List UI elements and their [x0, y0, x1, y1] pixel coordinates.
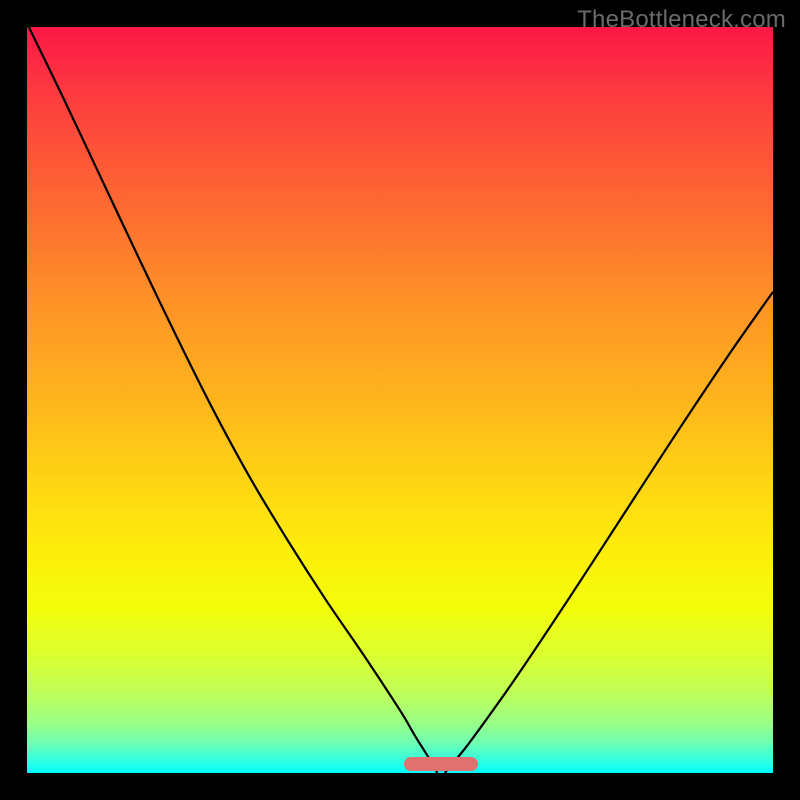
plot-area [27, 27, 773, 773]
bottleneck-curve [27, 27, 773, 773]
optimum-marker [404, 757, 479, 771]
curve-right-branch [445, 292, 773, 773]
curve-left-branch [27, 27, 437, 773]
chart-frame: TheBottleneck.com [0, 0, 800, 800]
